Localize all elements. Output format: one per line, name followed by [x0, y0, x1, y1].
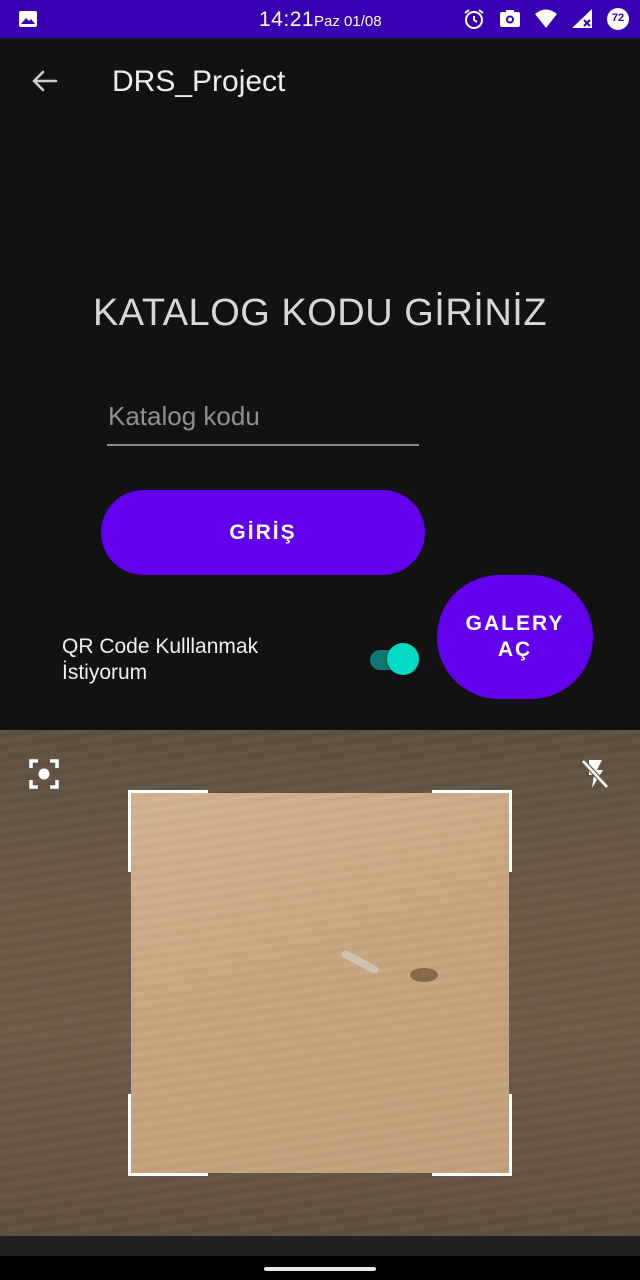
- status-icons: 72: [462, 7, 630, 31]
- surface-speck: [410, 968, 438, 982]
- scan-frame-corner-bottom-left: [128, 1094, 208, 1176]
- back-button[interactable]: [22, 60, 66, 104]
- status-date: Paz 01/08: [314, 13, 382, 30]
- arrow-back-icon: [30, 69, 58, 96]
- scan-frame-corner-top-left: [128, 790, 208, 872]
- home-gesture-handle[interactable]: [264, 1267, 376, 1271]
- catalog-code-field: [107, 390, 419, 446]
- alarm-icon: [462, 7, 486, 31]
- qr-camera-preview: [0, 730, 640, 1236]
- page-heading: KATALOG KODU GİRİNİZ: [92, 292, 548, 334]
- focus-icon[interactable]: [28, 758, 60, 790]
- status-time: 14:21: [259, 8, 315, 31]
- battery-icon: 72: [606, 7, 630, 31]
- gallery-button-line2: AÇ: [497, 638, 533, 661]
- battery-level: 72: [611, 12, 625, 24]
- system-nav-bar: [0, 1256, 640, 1280]
- bottom-strip: [0, 1236, 640, 1256]
- login-button[interactable]: GİRİŞ: [101, 490, 425, 575]
- app-bar: DRS_Project: [0, 38, 640, 128]
- app-title: DRS_Project: [112, 65, 286, 98]
- qr-switch-label: QR Code Kulllanmak İstiyorum: [62, 635, 259, 684]
- scan-frame-corner-top-right: [432, 790, 512, 872]
- status-bar: 14:21 Paz 01/08 72: [0, 0, 640, 38]
- qr-code-toggle[interactable]: [370, 642, 420, 676]
- open-gallery-button[interactable]: GALERY AÇ: [437, 575, 593, 699]
- catalog-code-input[interactable]: [107, 390, 419, 442]
- scan-frame-corner-bottom-right: [432, 1094, 512, 1176]
- signal-icon: [570, 7, 594, 31]
- toggle-thumb: [387, 643, 419, 675]
- gallery-button-line1: GALERY: [465, 612, 565, 635]
- image-icon: [18, 10, 38, 28]
- screenshot-icon: [498, 7, 522, 31]
- flash-off-icon[interactable]: [580, 758, 610, 790]
- wifi-icon: [534, 7, 558, 31]
